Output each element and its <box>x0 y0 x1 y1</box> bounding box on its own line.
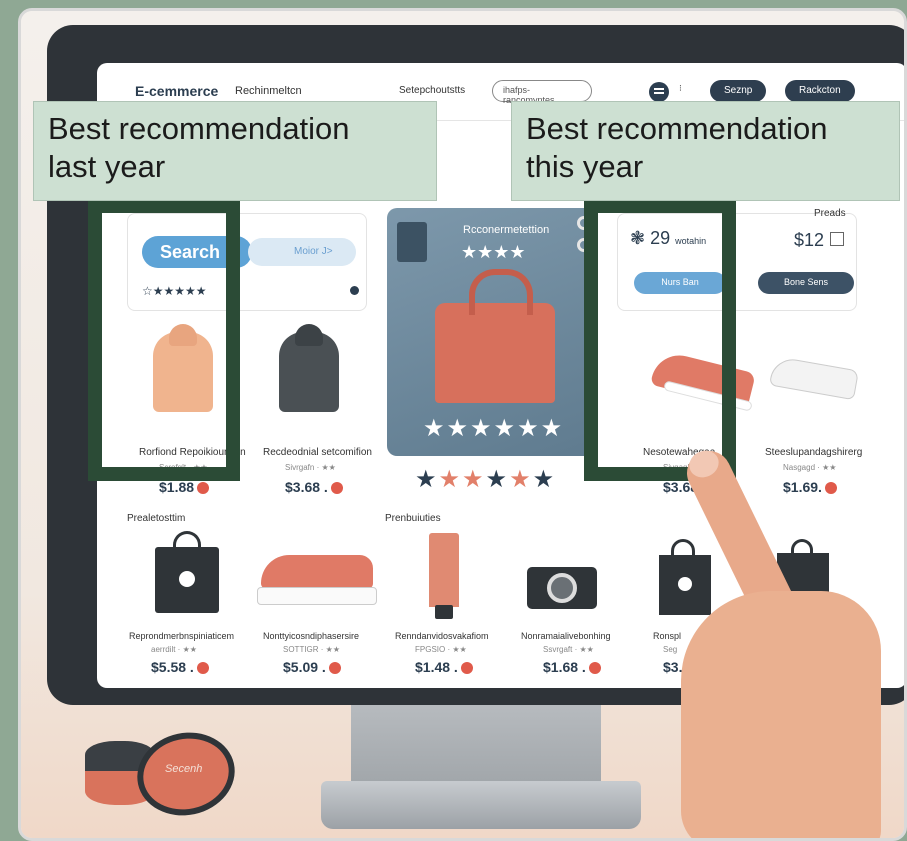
product-rating: aerrdilt · ★★ <box>151 645 197 654</box>
price-right: $12 <box>794 230 825 250</box>
product-title[interactable]: Renndanvidosvakafiom <box>395 631 489 641</box>
handbag-image <box>435 269 555 403</box>
product-image-sneaker-platform <box>257 549 377 609</box>
product-title[interactable]: Nonramaialivebonhing <box>521 631 611 641</box>
callout-this-year-line-2: this year <box>526 149 644 184</box>
highlight-box-last-year <box>88 199 240 481</box>
add-icon[interactable] <box>588 662 601 675</box>
compare-checkbox[interactable] <box>830 232 844 246</box>
section-label-left: Prealetosttim <box>127 513 186 524</box>
product-price: $1.68 . <box>543 659 601 675</box>
brand-logo[interactable]: E-cemmerce <box>135 83 218 99</box>
product-image-hoodie-grey <box>269 318 349 418</box>
callout-last-year-line-1: Best recommendation <box>48 111 350 146</box>
checkout-button[interactable]: Rackcton <box>785 80 855 102</box>
product-rating: Ssvrgaft · ★★ <box>543 645 594 654</box>
product-rating: SOTTIGR · ★★ <box>283 645 341 654</box>
featured-product-card[interactable]: Rcconermetettion ★★★★ ★★★★★★ <box>387 208 597 456</box>
pointing-hand-image <box>641 443 904 838</box>
product-price: $1.48 . <box>415 659 473 675</box>
product-image-sneaker-white <box>765 349 865 409</box>
add-icon[interactable] <box>197 482 210 495</box>
cosmetic-jar-image: Secenh <box>85 723 243 825</box>
featured-rating-row: ★★★★★★ <box>415 466 557 493</box>
callout-this-year-line-1: Best recommendation <box>526 111 828 146</box>
add-icon[interactable] <box>328 662 341 675</box>
product-image-shopping-bag <box>155 531 219 613</box>
nav-link-categories[interactable]: Setepchoutstts <box>399 85 465 96</box>
product-price: $3.68 . <box>285 479 343 495</box>
image-frame: E-cemmerce Rechinmeltcn Setepchoutstts i… <box>18 8 907 841</box>
product-price: $5.09 . <box>283 659 341 675</box>
section-label-middle: Prenbuiuties <box>385 513 441 524</box>
product-rating: FPGSIO · ★★ <box>415 645 467 654</box>
product-title[interactable]: Nonttyicosndiphasersire <box>263 631 359 641</box>
more-button[interactable]: Moior J> <box>248 238 356 266</box>
product-price: $1.88 <box>159 479 210 495</box>
document-icon <box>397 222 427 262</box>
preds-label: Preads <box>814 208 846 219</box>
callout-last-year-line-2: last year <box>48 149 166 184</box>
featured-stars-bottom: ★★★★★★ <box>423 415 565 442</box>
status-dot <box>350 286 359 295</box>
more-options-icon[interactable]: ⁝ <box>679 83 682 94</box>
add-icon[interactable] <box>330 482 343 495</box>
highlight-box-this-year <box>584 199 736 481</box>
search-input[interactable]: ihafps-rancomyntes <box>492 80 592 105</box>
product-image-camera <box>527 559 597 609</box>
product-title[interactable]: Reprondmerbnspiniaticem <box>129 631 234 641</box>
menu-icon[interactable] <box>649 82 669 102</box>
add-to-cart-button[interactable]: Bone Sens <box>758 272 854 294</box>
signup-button[interactable]: Seznp <box>710 80 767 102</box>
product-price: $5.58 . <box>151 659 209 675</box>
cosmetic-label: Secenh <box>165 763 203 775</box>
nav-link-recommendation[interactable]: Rechinmeltcn <box>235 85 302 97</box>
product-title[interactable]: Recdeodnial setcomifion <box>263 447 372 458</box>
featured-stars-top: ★★★★ <box>461 242 526 262</box>
add-icon[interactable] <box>460 662 473 675</box>
add-icon[interactable] <box>196 662 209 675</box>
product-rating: Sivrgafn · ★★ <box>285 463 336 472</box>
callout-this-year: Best recommendation this year <box>511 101 900 201</box>
product-image-tube <box>427 533 461 621</box>
featured-title: Rcconermetettion <box>463 224 550 236</box>
monitor-stand-base <box>321 781 641 829</box>
callout-last-year: Best recommendation last year <box>33 101 437 201</box>
